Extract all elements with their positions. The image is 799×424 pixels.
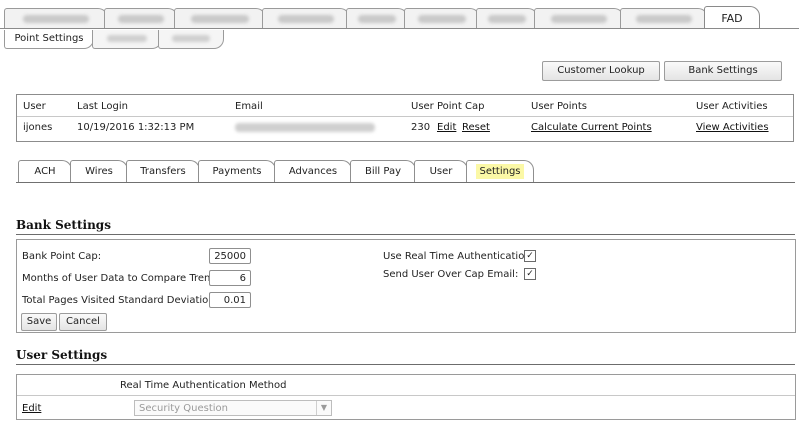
tab-wires-label: Wires <box>85 166 113 177</box>
bank-settings-rule <box>16 234 795 235</box>
tab-wires[interactable]: Wires <box>70 160 128 183</box>
chevron-down-icon: ▼ <box>316 401 331 415</box>
tab-advances[interactable]: Advances <box>274 160 352 183</box>
tab-settings[interactable]: Settings <box>466 160 534 183</box>
reset-point-cap-link[interactable]: Reset <box>462 122 490 133</box>
last-login-value: 10/19/2016 1:32:13 PM <box>77 122 195 133</box>
tab-bill-pay-label: Bill Pay <box>364 166 401 177</box>
months-compare-input[interactable]: 6 <box>209 270 251 286</box>
feature-tab-baseline <box>16 182 795 183</box>
user-settings-title: User Settings <box>16 348 108 362</box>
user-settings-table: Real Time Authentication Method Edit Sec… <box>16 374 796 420</box>
col-user-activities: User Activities <box>696 101 768 112</box>
col-last-login: Last Login <box>77 101 128 112</box>
months-compare-label: Months of User Data to Compare Trends: <box>22 273 226 284</box>
user-settings-rule <box>16 364 795 365</box>
customer-lookup-button[interactable]: Customer Lookup <box>542 61 660 81</box>
tab-ach-label: ACH <box>34 166 56 177</box>
table-row: ijones 10/19/2016 1:32:13 PM 230 Edit Re… <box>17 118 793 138</box>
col-user-point-cap: User Point Cap <box>411 101 485 112</box>
over-cap-email-checkbox[interactable]: ✓ <box>524 268 536 280</box>
user-table: User Last Login Email User Point Cap Use… <box>16 94 794 142</box>
edit-point-cap-link[interactable]: Edit <box>437 122 456 133</box>
tab-settings-label: Settings <box>476 164 524 179</box>
top-tab-blurred[interactable] <box>104 8 178 29</box>
top-tab-fad-label: FAD <box>721 12 743 25</box>
tab-ach[interactable]: ACH <box>18 160 72 183</box>
view-activities-link[interactable]: View Activities <box>696 122 769 133</box>
top-tab-blurred[interactable] <box>262 8 350 29</box>
std-dev-label: Total Pages Visited Standard Deviation: <box>22 295 218 306</box>
bank-point-cap-input[interactable]: 25000 <box>209 248 251 264</box>
rta-method-select[interactable]: Security Question ▼ <box>134 400 332 416</box>
top-tab-blurred[interactable] <box>620 8 708 29</box>
top-tab-blurred[interactable] <box>346 8 408 29</box>
point-cap-value: 230 <box>411 122 431 133</box>
col-user-points: User Points <box>531 101 588 112</box>
top-tab-baseline <box>0 28 799 29</box>
tab-user[interactable]: User <box>414 160 468 183</box>
bank-settings-title: Bank Settings <box>16 218 111 232</box>
sub-tab-blurred[interactable] <box>158 30 224 49</box>
calculate-current-points-link[interactable]: Calculate Current Points <box>531 122 652 133</box>
col-user: User <box>23 101 46 112</box>
top-tab-strip: FAD <box>0 0 799 30</box>
tab-point-settings-label: Point Settings <box>14 33 84 44</box>
col-email: Email <box>235 101 263 112</box>
tab-advances-label: Advances <box>288 166 338 177</box>
top-tab-fad[interactable]: FAD <box>704 6 760 29</box>
tab-transfers[interactable]: Transfers <box>126 160 200 183</box>
user-table-divider <box>17 116 793 117</box>
tab-payments[interactable]: Payments <box>198 160 276 183</box>
col-rta-method: Real Time Authentication Method <box>120 380 287 391</box>
user-table-header: User Last Login Email User Point Cap Use… <box>17 97 793 117</box>
save-button[interactable]: Save <box>21 313 57 331</box>
user-name: ijones <box>23 122 53 133</box>
top-tab-blurred[interactable] <box>4 8 108 29</box>
bank-settings-button[interactable]: Bank Settings <box>664 61 782 81</box>
bank-settings-panel: Bank Point Cap: 25000 Months of User Dat… <box>16 239 796 333</box>
sub-tab-blurred[interactable] <box>92 30 162 49</box>
rta-method-value: Security Question <box>139 403 228 414</box>
cancel-button[interactable]: Cancel <box>59 313 107 331</box>
email-redacted <box>235 123 375 132</box>
over-cap-email-label: Send User Over Cap Email: <box>383 269 519 280</box>
top-tab-blurred[interactable] <box>404 8 480 29</box>
tab-bill-pay[interactable]: Bill Pay <box>350 160 416 183</box>
top-tab-blurred[interactable] <box>174 8 266 29</box>
tab-transfers-label: Transfers <box>140 166 186 177</box>
std-dev-input[interactable]: 0.01 <box>209 292 251 308</box>
use-rta-checkbox[interactable]: ✓ <box>524 250 536 262</box>
tab-payments-label: Payments <box>212 166 262 177</box>
user-settings-header: Real Time Authentication Method <box>17 375 795 396</box>
edit-user-settings-link[interactable]: Edit <box>22 403 41 414</box>
use-rta-label: Use Real Time Authentication: <box>383 251 535 262</box>
top-tab-blurred[interactable] <box>534 8 624 29</box>
top-tab-blurred[interactable] <box>476 8 538 29</box>
tab-point-settings[interactable]: Point Settings <box>4 30 94 49</box>
bank-point-cap-label: Bank Point Cap: <box>22 251 102 262</box>
tab-user-label: User <box>429 166 453 177</box>
